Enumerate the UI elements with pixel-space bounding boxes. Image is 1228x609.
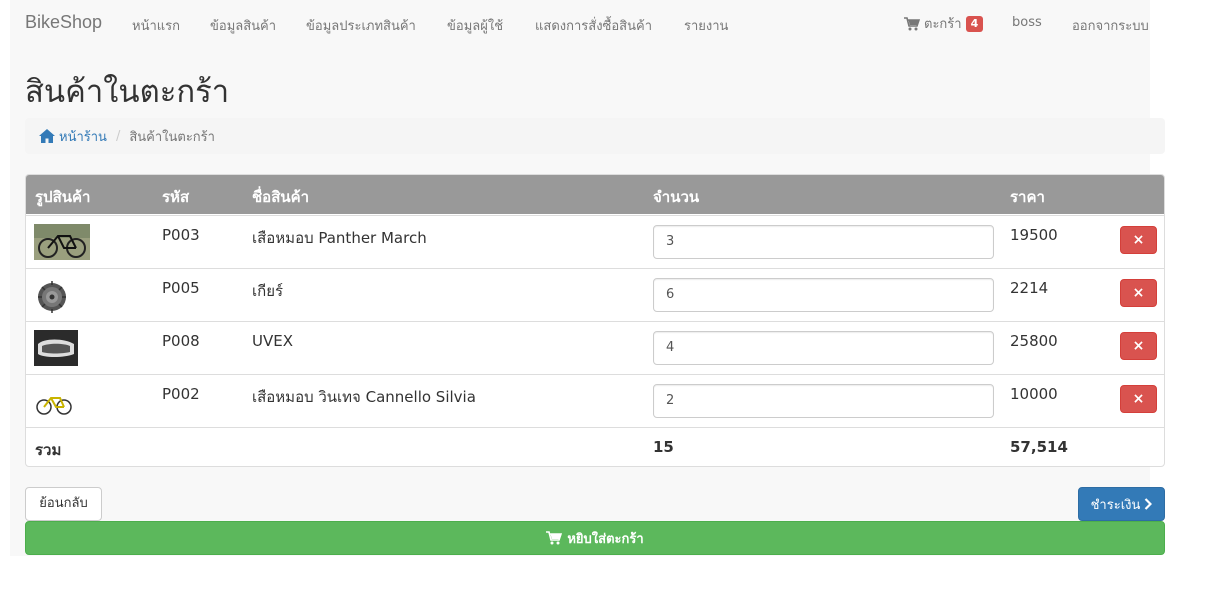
quantity-input[interactable]: 2 (653, 384, 994, 418)
nav-item-products[interactable]: ข้อมูลสินค้า (210, 15, 276, 36)
table-row: P005 เกียร์ 6 2214 × (26, 268, 1164, 321)
header-name: ชื่อสินค้า (252, 188, 310, 206)
breadcrumb: หน้าร้าน / สินค้าในตะกร้า (25, 118, 1165, 154)
product-code: P008 (162, 332, 200, 350)
total-quantity: 15 (653, 438, 674, 456)
close-icon: × (1132, 338, 1145, 354)
product-name: เกียร์ (252, 282, 284, 300)
product-code: P005 (162, 279, 200, 297)
continue-shopping-button[interactable]: หยิบใส่ตะกร้า (25, 521, 1165, 555)
total-price: 57,514 (1010, 438, 1068, 456)
user-menu[interactable]: boss (1012, 15, 1042, 30)
nav-item-users[interactable]: ข้อมูลผู้ใช้ (447, 15, 503, 36)
quantity-input[interactable]: 4 (653, 331, 994, 365)
breadcrumb-home[interactable]: หน้าร้าน (39, 126, 107, 147)
navbar: BikeShop หน้าแรก ข้อมูลสินค้า ข้อมูลประเ… (10, 0, 1150, 46)
total-label: รวม (35, 441, 62, 459)
brand-logo[interactable]: BikeShop (25, 12, 102, 33)
nav-item-orders[interactable]: แสดงการสั่งซื้อสินค้า (535, 15, 652, 36)
cart-count-badge: 4 (965, 15, 984, 32)
checkout-label: ชำระเงิน (1090, 497, 1141, 513)
remove-item-button[interactable]: × (1120, 279, 1157, 307)
remove-item-button[interactable]: × (1120, 332, 1157, 360)
cart-link[interactable]: ตะกร้า 4 (904, 13, 984, 34)
remove-item-button[interactable]: × (1120, 385, 1157, 413)
table-header: รูปสินค้า รหัส ชื่อสินค้า จำนวน ราคา (26, 175, 1164, 214)
table-row: P003 เสือหมอบ Panther March 3 19500 × (26, 215, 1164, 268)
header-quantity: จำนวน (653, 188, 700, 206)
cart-table: รูปสินค้า รหัส ชื่อสินค้า จำนวน ราคา P00… (25, 174, 1165, 467)
breadcrumb-separator: / (115, 128, 121, 144)
quantity-input[interactable]: 6 (653, 278, 994, 312)
product-name: เสือหมอบ วินเทจ Cannello Silvia (252, 388, 476, 406)
back-button[interactable]: ย้อนกลับ (25, 487, 102, 521)
header-code: รหัส (162, 188, 190, 206)
table-row: P002 เสือหมอบ วินเทจ Cannello Silvia 2 1… (26, 374, 1164, 427)
nav-item-categories[interactable]: ข้อมูลประเภทสินค้า (306, 15, 416, 36)
cart-label: ตะกร้า (924, 17, 962, 32)
close-icon: × (1132, 232, 1145, 248)
chevron-right-icon (1145, 498, 1153, 510)
header-price: ราคา (1010, 188, 1045, 206)
cart-icon (904, 16, 920, 30)
breadcrumb-current: สินค้าในตะกร้า (129, 129, 215, 145)
quantity-input[interactable]: 3 (653, 225, 994, 259)
product-name: UVEX (252, 332, 293, 350)
checkout-button[interactable]: ชำระเงิน (1078, 487, 1165, 521)
close-icon: × (1132, 391, 1145, 407)
product-price: 2214 (1010, 279, 1049, 297)
road-bike-image (34, 224, 90, 260)
cart-icon (546, 531, 563, 545)
logout-link[interactable]: ออกจากระบบ (1072, 15, 1149, 36)
header-image: รูปสินค้า (35, 188, 91, 206)
nav-item-home[interactable]: หน้าแรก (132, 15, 180, 36)
cassette-gear-image (34, 277, 90, 313)
total-row: รวม 15 57,514 (26, 427, 1164, 466)
product-name: เสือหมอบ Panther March (252, 229, 427, 247)
product-code: P003 (162, 226, 200, 244)
yellow-bike-image (34, 383, 90, 419)
remove-item-button[interactable]: × (1120, 226, 1157, 254)
product-code: P002 (162, 385, 200, 403)
product-price: 25800 (1010, 332, 1058, 350)
product-price: 10000 (1010, 385, 1058, 403)
goggles-image (34, 330, 90, 366)
home-icon (39, 129, 55, 143)
table-row: P008 UVEX 4 25800 × (26, 321, 1164, 374)
product-price: 19500 (1010, 226, 1058, 244)
breadcrumb-home-label: หน้าร้าน (59, 129, 107, 145)
continue-shopping-label: หยิบใส่ตะกร้า (567, 531, 644, 547)
page-title: สินค้าในตะกร้า (25, 74, 230, 110)
nav-item-reports[interactable]: รายงาน (684, 15, 728, 36)
close-icon: × (1132, 285, 1145, 301)
